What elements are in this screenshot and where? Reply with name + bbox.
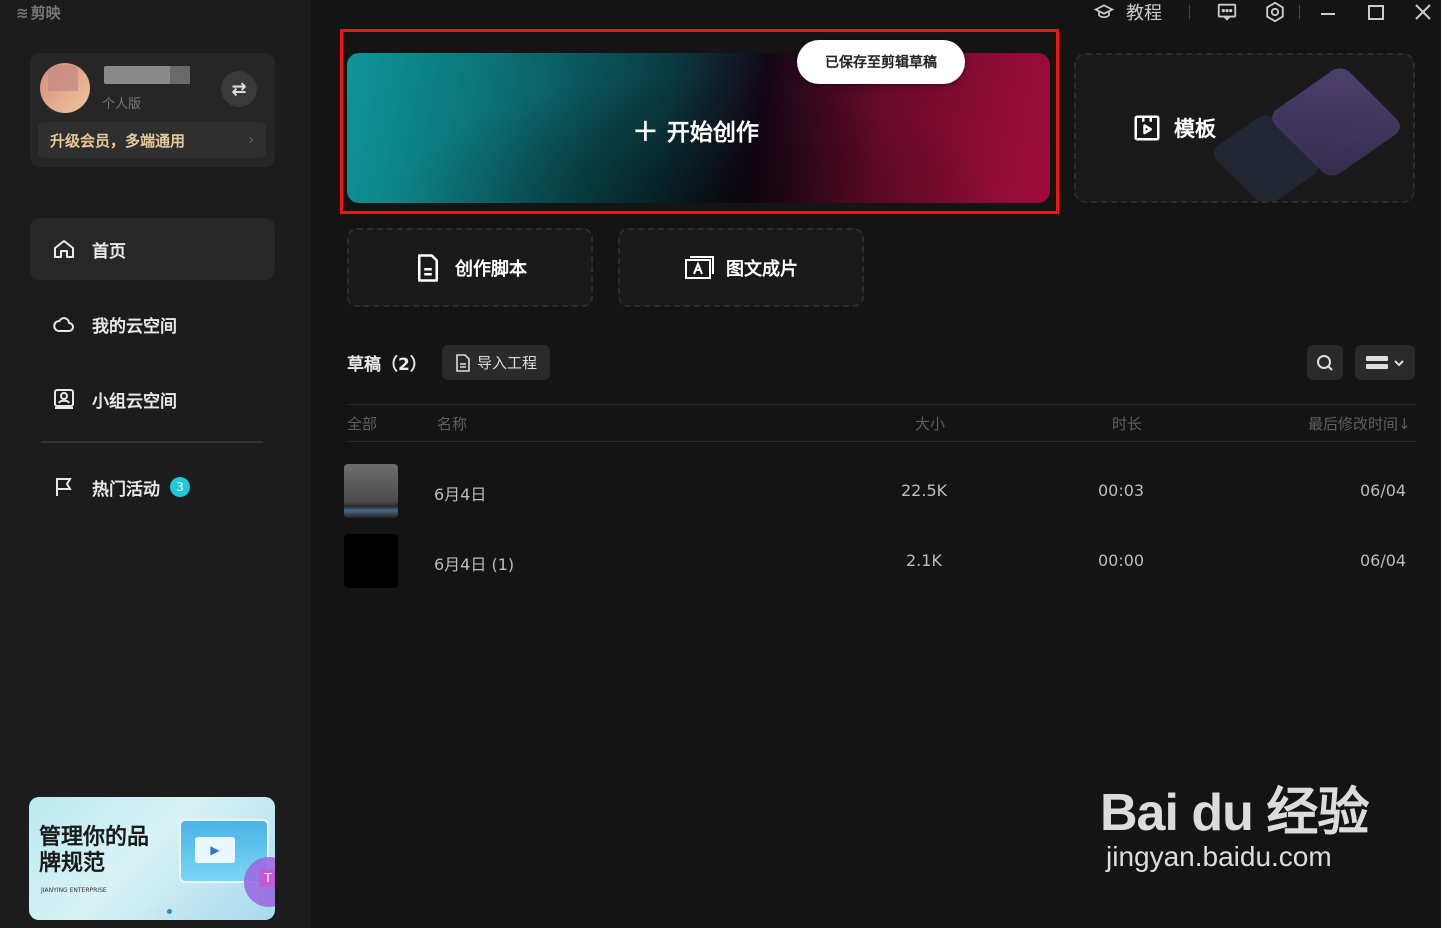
draft-duration: 00:03: [1098, 481, 1145, 500]
template-label: 模板: [1174, 117, 1216, 141]
creation-script-button[interactable]: 创作脚本: [347, 228, 593, 307]
titlebar-divider: [1189, 5, 1190, 19]
carousel-dot[interactable]: [177, 909, 182, 914]
avatar[interactable]: [40, 63, 90, 113]
cloud-icon: [53, 317, 74, 332]
promo-title: 管理你的品牌规范: [39, 825, 150, 876]
app-name: 剪映: [30, 4, 61, 22]
image-text-video-button[interactable]: 图文成片: [618, 228, 864, 307]
user-plan-tag: 个人版: [102, 97, 142, 112]
user-card: 个人版 ⇄ 升级会员，多端通用 ›: [30, 53, 275, 167]
team-space-icon: [54, 389, 74, 409]
sidebar-divider: [41, 441, 263, 443]
switch-account-button[interactable]: ⇄: [221, 71, 257, 107]
drafts-title: 草稿（2）: [347, 355, 427, 375]
column-name[interactable]: 名称: [437, 413, 467, 434]
template-button[interactable]: 模板: [1074, 53, 1415, 203]
column-all[interactable]: 全部: [347, 413, 377, 434]
sidebar-item-hot-events[interactable]: 热门活动 3: [30, 456, 275, 518]
carousel-dot-active[interactable]: [167, 909, 172, 914]
chevron-down-icon: [1394, 359, 1404, 366]
start-creation-label: 开始创作: [666, 120, 759, 146]
column-duration[interactable]: 时长: [1112, 413, 1142, 434]
draft-thumbnail[interactable]: [344, 534, 398, 588]
watermark-url: jingyan.baidu.com: [1106, 841, 1332, 872]
sidebar-item-label: 我的云空间: [92, 316, 177, 337]
titlebar-divider: [1299, 5, 1300, 19]
import-project-label: 导入工程: [476, 354, 537, 372]
tutorial-button[interactable]: 教程: [1094, 0, 1162, 24]
sidebar-item-my-cloud[interactable]: 我的云空间: [30, 293, 275, 355]
sidebar-item-label: 热门活动: [92, 479, 160, 500]
draft-thumbnail[interactable]: [344, 464, 398, 518]
feedback-button[interactable]: [1216, 0, 1238, 24]
carousel-dots[interactable]: [147, 909, 192, 914]
sidebar-item-label: 小组云空间: [92, 391, 177, 412]
draft-modified: 06/04: [1360, 551, 1407, 570]
tutorial-label: 教程: [1126, 3, 1162, 24]
table-row[interactable]: 6月4日 22.5K 00:03 06/04: [343, 464, 1415, 520]
table-divider: [347, 404, 1415, 405]
saved-tooltip: 已保存至剪辑草稿: [797, 40, 965, 84]
draft-size: 2.1K: [906, 551, 942, 570]
table-divider: [347, 441, 1415, 442]
settings-icon: [1266, 1, 1284, 23]
vip-upgrade-label: 升级会员，多端通用: [50, 131, 186, 150]
minimize-icon: [1321, 13, 1335, 15]
promo-banner[interactable]: 管理你的品牌规范 JIANYING ENTERPRISE ▶ T: [29, 797, 275, 920]
view-mode-dropdown[interactable]: [1355, 345, 1415, 380]
sidebar-item-team-cloud[interactable]: 小组云空间: [30, 368, 275, 430]
creation-script-label: 创作脚本: [455, 258, 527, 280]
template-icon: [1134, 115, 1160, 141]
image-text-icon: [685, 255, 714, 279]
image-text-video-label: 图文成片: [726, 258, 798, 280]
close-icon: [1415, 4, 1431, 20]
list-view-icon: [1366, 355, 1388, 369]
minimize-button[interactable]: [1318, 0, 1338, 24]
plus-icon: +: [632, 111, 659, 149]
watermark-logo: Bai du 经验: [1100, 784, 1369, 842]
sidebar-item-home[interactable]: 首页: [30, 218, 275, 280]
table-row[interactable]: 6月4日 (1) 2.1K 00:00 06/04: [343, 534, 1415, 590]
carousel-dot[interactable]: [157, 909, 162, 914]
document-icon: [456, 353, 470, 372]
search-icon: [1317, 354, 1333, 371]
column-modified[interactable]: 最后修改时间↓: [1308, 413, 1411, 434]
user-name-blurred-part: [170, 66, 190, 84]
chevron-right-icon: ›: [248, 132, 254, 148]
jianying-logo-icon: ≋: [16, 3, 29, 22]
draft-size: 22.5K: [901, 481, 948, 500]
graduation-cap-icon: [1094, 4, 1114, 19]
maximize-icon: [1368, 5, 1384, 20]
draft-modified: 06/04: [1360, 481, 1407, 500]
vip-upgrade-button[interactable]: 升级会员，多端通用 ›: [38, 122, 266, 158]
sidebar: ≋ 剪映 个人版 ⇄ 升级会员，多端通用 › 首页 我的云空间 小组云空间 热门…: [0, 0, 311, 928]
play-icon: ▶: [195, 837, 235, 863]
settings-button[interactable]: [1264, 0, 1286, 24]
carousel-dot[interactable]: [147, 909, 152, 914]
flag-icon: [56, 478, 72, 496]
carousel-dot[interactable]: [187, 909, 192, 914]
start-creation-label-group: + 开始创作: [632, 113, 759, 147]
text-icon: T: [259, 869, 275, 887]
draft-name: 6月4日 (1): [434, 555, 515, 574]
draft-duration: 00:00: [1098, 551, 1145, 570]
import-project-button[interactable]: 导入工程: [442, 345, 550, 380]
home-icon: [54, 240, 74, 258]
app-logo: ≋ 剪映: [16, 2, 61, 23]
baidu-jingyan-watermark: Bai du 经验 jingyan.baidu.com: [1100, 770, 1369, 873]
swap-icon: ⇄: [231, 78, 247, 100]
close-button[interactable]: [1413, 0, 1433, 24]
feedback-icon: [1217, 3, 1237, 21]
notification-badge: 3: [170, 477, 190, 497]
sidebar-item-label: 首页: [92, 241, 126, 262]
draft-name: 6月4日: [434, 485, 487, 504]
column-size[interactable]: 大小: [915, 413, 945, 434]
promo-brand: JIANYING ENTERPRISE: [41, 887, 107, 894]
search-button[interactable]: [1307, 345, 1343, 380]
script-document-icon: [418, 253, 438, 282]
maximize-button[interactable]: [1366, 0, 1386, 24]
template-label-group: 模板: [1132, 113, 1216, 143]
